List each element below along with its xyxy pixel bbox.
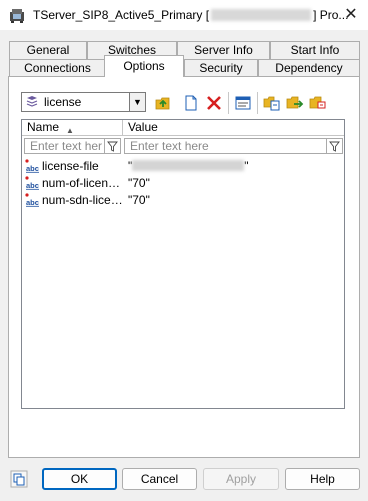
string-option-icon: abc [25,159,39,173]
section-selected-value: license [44,95,82,109]
up-folder-icon[interactable] [154,94,172,112]
import-icon[interactable] [309,94,327,112]
filter-icon[interactable] [326,139,342,153]
value-close-quote: " [244,159,249,173]
copy-properties-icon[interactable] [10,470,28,488]
help-button[interactable]: Help [285,468,360,490]
column-header-value-label: Value [128,120,158,134]
string-option-icon: abc [25,176,39,190]
tab-dependency[interactable]: Dependency [258,59,360,77]
redacted-address [211,9,312,21]
copy-icon[interactable] [263,94,281,112]
new-document-icon[interactable] [182,94,200,112]
options-grid: Name ▲ Value abc license-file [21,119,345,409]
section-selector[interactable]: license ▼ [21,92,146,112]
tab-general-label: General [26,43,70,57]
column-header-name-label: Name [27,120,60,134]
svg-text:abc: abc [26,198,39,207]
tab-start-info-label: Start Info [290,43,340,57]
name-filter [24,138,121,154]
section-icon [26,96,38,107]
tab-connections-label: Connections [24,61,91,75]
export-icon[interactable] [286,94,304,112]
window-title: TServer_SIP8_Active5_Primary [] Pro... [33,8,348,22]
table-row[interactable]: abc license-file " " [24,158,344,174]
tab-security-label: Security [199,61,243,75]
filter-icon[interactable] [104,139,120,153]
toolbar-separator [228,92,229,114]
svg-text:abc: abc [26,181,39,190]
tab-security[interactable]: Security [184,59,258,77]
tab-dependency-label: Dependency [275,61,343,75]
option-name: num-sdn-licen... [42,193,124,207]
tab-server-info[interactable]: Server Info [177,41,270,59]
delete-icon[interactable] [205,94,223,112]
apply-button[interactable]: Apply [203,468,279,490]
option-name: num-of-licenses [42,176,124,190]
tab-options-label: Options [123,59,165,73]
app-icon [10,9,24,23]
column-header-name[interactable]: Name ▲ [22,120,123,136]
value-filter-input[interactable] [125,139,324,153]
option-value: "70" [128,193,150,207]
table-row[interactable]: abc num-sdn-licen... "70" [24,192,344,208]
tab-general[interactable]: General [9,41,87,59]
svg-text:abc: abc [26,164,39,173]
sort-ascending-icon: ▲ [66,126,74,135]
table-row[interactable]: abc num-of-licenses "70" [24,175,344,191]
option-name: license-file [42,159,99,173]
option-value: "70" [128,176,150,190]
options-panel: license ▼ Name ▲ Value Enter text here E… [8,76,360,458]
ok-button[interactable]: OK [42,468,117,490]
string-option-icon: abc [25,193,39,207]
properties-icon[interactable] [234,94,252,112]
toolbar-separator [257,92,258,114]
tab-options[interactable]: Options [104,55,184,77]
tab-start-info[interactable]: Start Info [270,41,360,59]
column-header-value[interactable]: Value [123,120,344,136]
title-bar: TServer_SIP8_Active5_Primary [] Pro... ✕ [0,0,368,30]
value-filter [124,138,343,154]
tab-server-info-label: Server Info [194,43,253,57]
window-title-prefix: TServer_SIP8_Active5_Primary [ [33,8,210,22]
close-icon[interactable]: ✕ [342,6,360,24]
redacted-value [132,160,245,171]
cancel-button[interactable]: Cancel [122,468,197,490]
tab-connections[interactable]: Connections [9,59,106,77]
name-filter-input[interactable] [25,139,102,153]
option-value: " " [128,159,249,173]
chevron-down-icon[interactable]: ▼ [129,93,145,111]
